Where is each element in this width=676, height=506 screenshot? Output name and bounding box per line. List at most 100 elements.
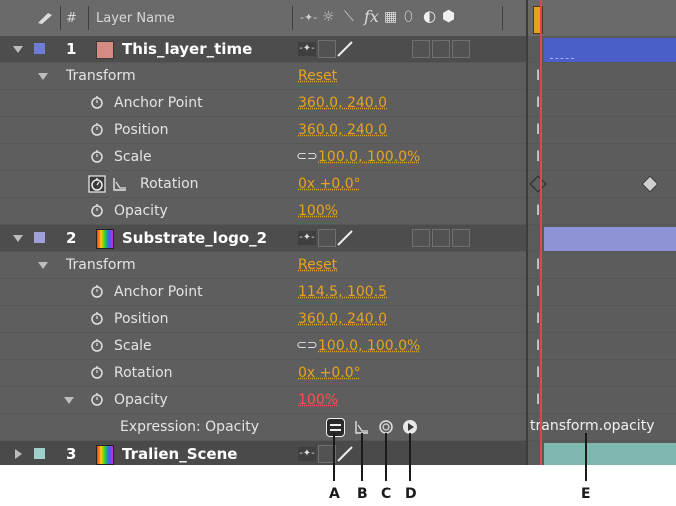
3d-switch[interactable] bbox=[452, 229, 470, 247]
label-color-swatch[interactable] bbox=[34, 43, 45, 54]
footage-thumbnail-icon bbox=[96, 445, 114, 465]
property-row-anchor-point[interactable]: Anchor Point 114.5, 100.5 bbox=[0, 279, 528, 306]
property-name: Rotation bbox=[140, 176, 199, 192]
expand-layer-triangle[interactable] bbox=[15, 449, 22, 459]
3d-layer-icon[interactable]: ⬢ bbox=[442, 9, 455, 24]
expression-text-field[interactable]: transform.opacity bbox=[530, 419, 654, 433]
layer-name-column-header[interactable]: Layer Name bbox=[96, 12, 175, 25]
stopwatch-active-icon[interactable] bbox=[88, 175, 106, 193]
property-row-anchor-point[interactable]: Anchor Point 360.0, 240.0 bbox=[0, 90, 528, 117]
constrain-proportions-icon[interactable]: ⊂⊃ bbox=[296, 339, 318, 352]
property-value[interactable]: 0x +0.0° bbox=[298, 177, 361, 191]
adjustment-switch[interactable] bbox=[432, 40, 450, 58]
reset-link[interactable]: Reset bbox=[298, 69, 337, 83]
fx-switch-icon[interactable]: fx bbox=[364, 9, 379, 25]
property-row-position[interactable]: Position 360.0, 240.0 bbox=[0, 117, 528, 144]
constrain-proportions-icon[interactable]: ⊂⊃ bbox=[296, 150, 318, 163]
stopwatch-icon[interactable] bbox=[90, 149, 104, 163]
label-color-swatch[interactable] bbox=[34, 448, 45, 459]
property-value[interactable]: 114.5, 100.5 bbox=[298, 285, 387, 299]
stopwatch-icon[interactable] bbox=[90, 122, 104, 136]
pen-icon bbox=[38, 13, 52, 24]
expand-layer-triangle[interactable] bbox=[13, 235, 23, 242]
stopwatch-icon[interactable] bbox=[90, 284, 104, 298]
property-value[interactable]: 100% bbox=[298, 204, 338, 218]
quality-switch-icon[interactable]: ⟍ bbox=[344, 10, 354, 24]
expression-row[interactable]: Expression: Opacity bbox=[0, 414, 528, 441]
timeline-row: I bbox=[528, 198, 676, 225]
property-row-opacity[interactable]: Opacity 100% bbox=[0, 387, 528, 414]
layer-name[interactable]: This_layer_time bbox=[122, 42, 252, 57]
layer-duration-bar[interactable] bbox=[544, 443, 676, 465]
expand-transform-triangle[interactable] bbox=[38, 73, 48, 80]
property-value[interactable]: 360.0, 240.0 bbox=[298, 96, 387, 110]
property-row-scale[interactable]: Scale ⊂⊃ 100.0, 100.0% bbox=[0, 333, 528, 360]
3d-switch[interactable] bbox=[452, 40, 470, 58]
transform-group-row[interactable]: Transform Reset bbox=[0, 63, 528, 90]
property-row-opacity[interactable]: Opacity 100% bbox=[0, 198, 528, 225]
quality-slash-icon bbox=[337, 446, 353, 462]
layer-row[interactable]: 3 Tralien_Scene -✦- bbox=[0, 441, 528, 465]
layer-name[interactable]: Substrate_logo_2 bbox=[122, 231, 267, 246]
timeline-row: I bbox=[528, 306, 676, 333]
quality-slash-icon bbox=[337, 230, 353, 246]
property-value[interactable]: 360.0, 240.0 bbox=[298, 312, 387, 326]
property-row-position[interactable]: Position 360.0, 240.0 bbox=[0, 306, 528, 333]
graph-icon[interactable] bbox=[112, 176, 128, 192]
shy-switch[interactable]: -✦- bbox=[298, 447, 316, 461]
expand-transform-triangle[interactable] bbox=[38, 262, 48, 269]
time-ruler[interactable] bbox=[528, 0, 676, 37]
collapse-switch-icon[interactable]: ☼ bbox=[322, 10, 335, 24]
stopwatch-icon[interactable] bbox=[90, 311, 104, 325]
property-row-rotation[interactable]: Rotation 0x +0.0° bbox=[0, 171, 528, 198]
quality-switch[interactable] bbox=[318, 40, 336, 58]
timeline-row bbox=[528, 171, 676, 198]
property-row-scale[interactable]: Scale ⊂⊃ 100.0, 100.0% bbox=[0, 144, 528, 171]
property-value-expression[interactable]: 100% bbox=[298, 393, 338, 407]
current-time-indicator[interactable] bbox=[540, 0, 542, 465]
motion-blur-switch[interactable] bbox=[412, 40, 430, 58]
adjustment-switch[interactable] bbox=[432, 229, 450, 247]
callout-label-c: C bbox=[381, 486, 392, 502]
callout-line-d bbox=[409, 433, 411, 481]
property-row-rotation[interactable]: Rotation 0x +0.0° bbox=[0, 360, 528, 387]
keyframe[interactable] bbox=[529, 175, 547, 193]
property-value[interactable]: 360.0, 240.0 bbox=[298, 123, 387, 137]
callout-line-a bbox=[333, 433, 335, 481]
reset-link[interactable]: Reset bbox=[298, 258, 337, 272]
expression-enable-switch[interactable] bbox=[326, 418, 345, 437]
layer-name[interactable]: Tralien_Scene bbox=[122, 447, 237, 462]
callout-label-e: E bbox=[581, 486, 591, 502]
stopwatch-icon[interactable] bbox=[90, 365, 104, 379]
label-color-swatch[interactable] bbox=[34, 232, 45, 243]
shy-switch[interactable]: -✦- bbox=[298, 42, 316, 56]
panel-divider[interactable] bbox=[526, 0, 528, 465]
property-name: Position bbox=[114, 311, 169, 327]
layer-row[interactable]: 1 This_layer_time -✦- bbox=[0, 36, 528, 63]
property-name: Position bbox=[114, 122, 169, 138]
layer-duration-bar[interactable] bbox=[544, 227, 676, 251]
transform-label: Transform bbox=[66, 257, 136, 273]
timeline-panel: # Layer Name -✦- ☼ ⟍ fx ▦ ⬯ ◐ ⬢ 1 This_l… bbox=[0, 0, 676, 465]
stopwatch-icon[interactable] bbox=[90, 203, 104, 217]
motion-blur-switch[interactable] bbox=[412, 229, 430, 247]
keyframe[interactable] bbox=[641, 175, 659, 193]
property-value[interactable]: 100.0, 100.0% bbox=[318, 150, 420, 164]
property-value[interactable]: 0x +0.0° bbox=[298, 366, 361, 380]
transform-group-row[interactable]: Transform Reset bbox=[0, 252, 528, 279]
motion-blur-icon[interactable]: ⬯ bbox=[404, 10, 413, 24]
quality-switch[interactable] bbox=[318, 229, 336, 247]
layer-row[interactable]: 2 Substrate_logo_2 -✦- bbox=[0, 225, 528, 252]
stopwatch-icon[interactable] bbox=[90, 392, 104, 406]
stopwatch-icon[interactable] bbox=[90, 338, 104, 352]
adjustment-layer-icon[interactable]: ◐ bbox=[423, 9, 436, 24]
property-name: Rotation bbox=[114, 365, 173, 381]
frame-blending-icon[interactable]: ▦ bbox=[384, 10, 397, 24]
property-value[interactable]: 100.0, 100.0% bbox=[318, 339, 420, 353]
stopwatch-icon[interactable] bbox=[90, 95, 104, 109]
label-column-hash[interactable]: # bbox=[66, 12, 77, 25]
expand-layer-triangle[interactable] bbox=[13, 46, 23, 53]
shy-switch[interactable]: -✦- bbox=[298, 231, 316, 245]
shy-switch-icon[interactable]: -✦- bbox=[300, 12, 317, 23]
expand-property-triangle[interactable] bbox=[64, 397, 74, 404]
